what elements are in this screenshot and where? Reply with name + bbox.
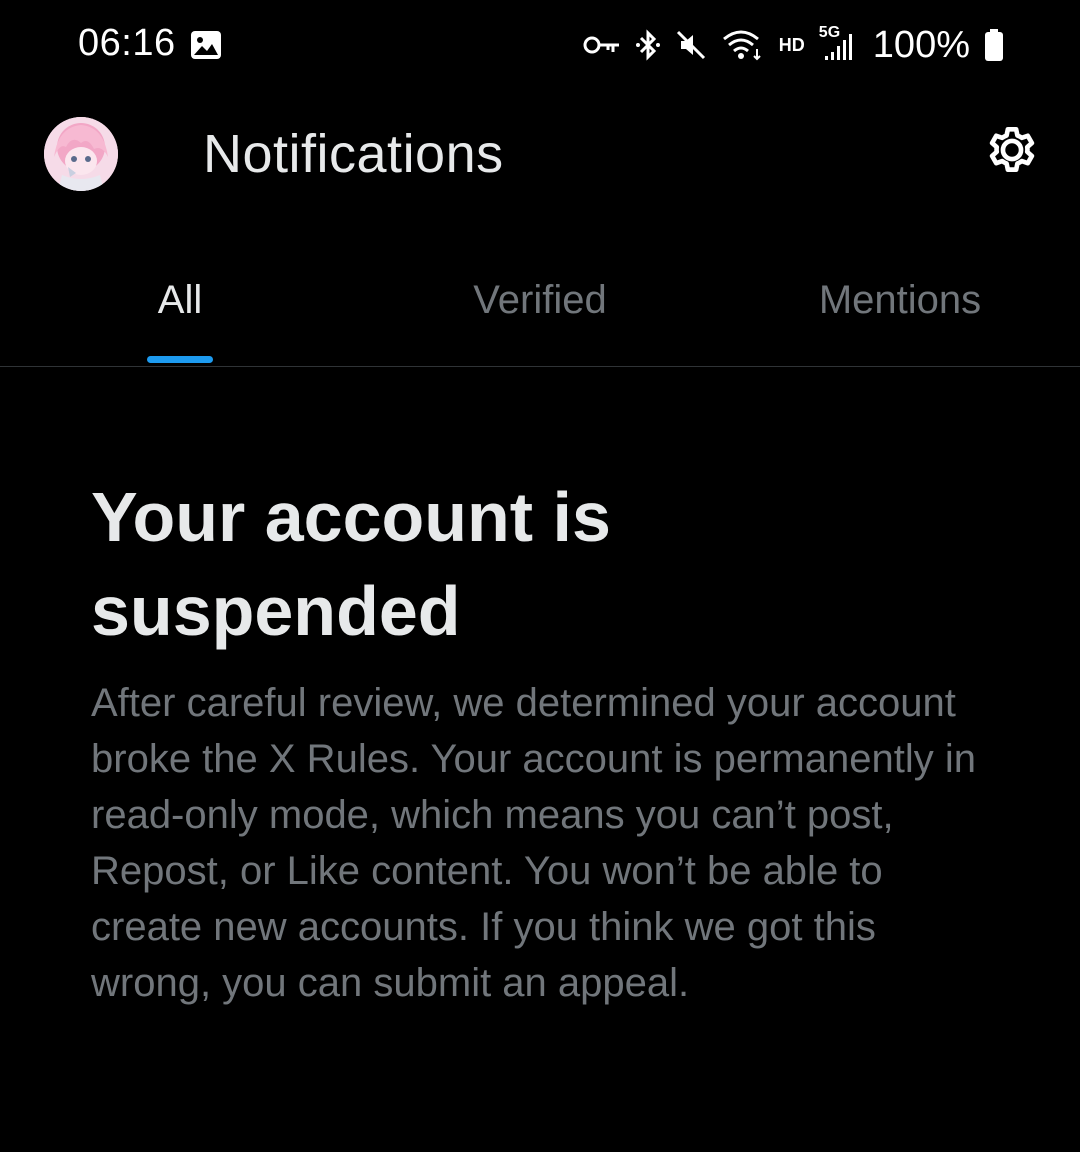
- settings-button[interactable]: [978, 118, 1046, 186]
- suspension-body: After careful review, we determined your…: [91, 681, 976, 1005]
- page-title: Notifications: [203, 124, 504, 184]
- network-hd: HD: [778, 34, 805, 55]
- battery-level: 100%: [872, 23, 970, 66]
- wifi-icon: [721, 29, 765, 61]
- key-icon: [583, 33, 621, 57]
- notification-tabs: All Verified Mentions: [0, 240, 1080, 367]
- tab-verified-label: Verified: [473, 278, 607, 322]
- signal-icon: 5G: [819, 24, 859, 62]
- bluetooth-icon: [635, 29, 661, 61]
- tab-all-label: All: [157, 278, 203, 322]
- suspension-title: Your account is suspended: [91, 478, 611, 650]
- tab-mentions-label: Mentions: [818, 278, 982, 322]
- tab-verified[interactable]: Verified: [360, 240, 720, 366]
- tab-all[interactable]: All: [0, 240, 360, 366]
- avatar[interactable]: [44, 117, 118, 191]
- battery-icon: [984, 28, 1004, 62]
- status-icons: HD 5G 100%: [583, 22, 1004, 68]
- gallery-icon: [190, 30, 222, 60]
- tab-active-indicator: [147, 356, 213, 363]
- tab-mentions[interactable]: Mentions: [720, 240, 1080, 366]
- status-time: 06:16: [78, 22, 176, 64]
- status-bar: 06:16 HD 5G 100%: [0, 0, 1080, 90]
- gear-icon: [981, 119, 1043, 186]
- mute-icon: [675, 29, 707, 61]
- app-header: [0, 90, 1080, 220]
